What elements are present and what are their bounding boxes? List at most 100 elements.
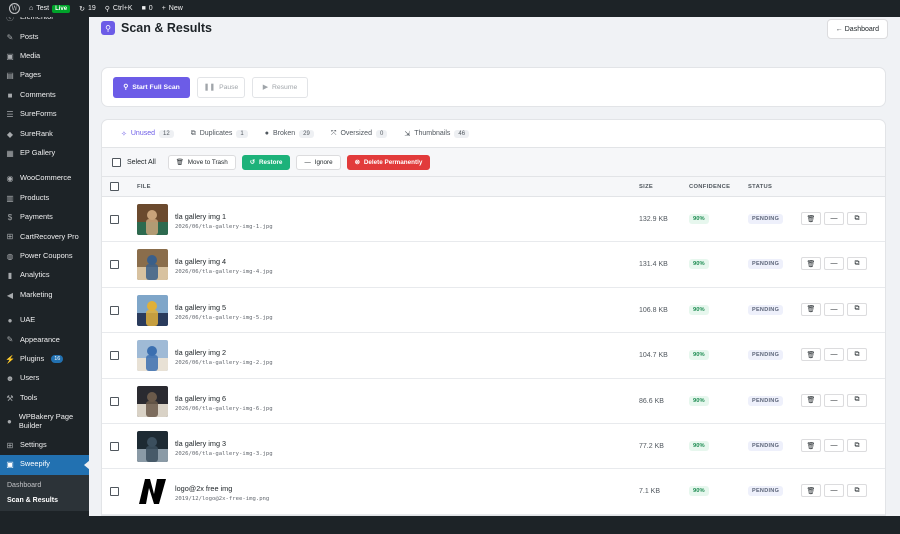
- tab-oversized[interactable]: ⤧ Oversized 0: [331, 120, 388, 148]
- analytics-icon: ▮: [7, 271, 13, 281]
- sidebar-item-plugins[interactable]: ⚡ Plugins 16: [0, 350, 89, 369]
- submenu-item-dashboard[interactable]: Dashboard: [0, 478, 89, 493]
- sidebar-item-woocommerce[interactable]: ◉ WooCommerce: [0, 169, 89, 188]
- users-icon: ☻: [5, 374, 15, 384]
- pin-icon: ✎: [6, 32, 14, 42]
- start-scan-label: Start Full Scan: [132, 83, 180, 91]
- updates-link[interactable]: ↻ 19: [79, 5, 96, 13]
- row-checkbox[interactable]: [110, 351, 119, 361]
- start-full-scan-button[interactable]: ⚲ Start Full Scan: [113, 76, 190, 98]
- tab-unused[interactable]: ✧ Unused 12: [121, 120, 174, 148]
- new-content-link[interactable]: + New: [162, 5, 183, 12]
- trash-icon: 🗑: [806, 442, 816, 450]
- bulk-actions-bar: Select All 🗑 Move to Trash ↺ Restore — I…: [102, 148, 885, 177]
- pause-label: Pause: [219, 83, 239, 91]
- sidebar-item-media[interactable]: ▣ Media: [0, 47, 89, 66]
- back-to-dashboard-button[interactable]: ← Dashboard: [826, 19, 888, 39]
- sidebar-item-label: CartRecovery Pro: [20, 231, 79, 241]
- sidebar-item-label: Comments: [20, 89, 56, 99]
- sidebar-item-power-coupons[interactable]: ◍ Power Coupons: [0, 247, 89, 266]
- sidebar-item-elementor[interactable]: ⓔ Elementor: [0, 17, 89, 27]
- row-ignore-button[interactable]: —: [824, 302, 844, 316]
- search-shortcut[interactable]: ⚲ Ctrl+K: [105, 5, 133, 13]
- sidebar-item-posts[interactable]: ✎ Posts: [0, 27, 89, 46]
- delete-permanently-button[interactable]: ⊗ Delete Permanently: [346, 154, 431, 170]
- row-ignore-button[interactable]: —: [824, 439, 844, 452]
- row-open-button[interactable]: ⧉: [847, 393, 867, 407]
- row-ignore-button[interactable]: —: [824, 393, 844, 407]
- row-trash-button[interactable]: 🗑: [801, 393, 821, 407]
- row-open-button[interactable]: ⧉: [847, 212, 867, 225]
- row-open-button[interactable]: ⧉: [847, 484, 867, 498]
- restore-button[interactable]: ↺ Restore: [241, 154, 291, 170]
- row-checkbox[interactable]: [110, 260, 119, 270]
- select-all-checkbox[interactable]: [112, 157, 121, 167]
- megaphone-icon: ◀: [6, 290, 14, 300]
- tab-thumbnails[interactable]: ⇲ Thumbnails 46: [404, 120, 470, 148]
- sidebar-item-users[interactable]: ☻ Users: [0, 369, 89, 388]
- external-link-icon: ⧉: [854, 350, 860, 358]
- sidebar-item-products[interactable]: ▥ Products: [0, 189, 89, 208]
- minus-icon: —: [830, 351, 838, 359]
- row-trash-button[interactable]: 🗑: [801, 302, 821, 316]
- pause-button[interactable]: ❚❚ Pause: [197, 76, 245, 98]
- row-open-button[interactable]: ⧉: [847, 257, 867, 271]
- row-trash-button[interactable]: 🗑: [801, 348, 821, 362]
- row-checkbox[interactable]: [110, 442, 119, 451]
- tab-count: 0: [375, 129, 388, 138]
- row-trash-button[interactable]: 🗑: [801, 257, 821, 271]
- sidebar-item-sureforms[interactable]: ☰ SureForms: [0, 105, 89, 124]
- row-trash-button[interactable]: 🗑: [801, 484, 821, 498]
- sidebar-item-tools[interactable]: ⚒ Tools: [0, 388, 89, 407]
- row-checkbox[interactable]: [110, 215, 119, 224]
- site-name-link[interactable]: ⌂ Test Live: [29, 4, 71, 13]
- comments-link[interactable]: ■ 0: [142, 5, 153, 12]
- sidebar-item-uae[interactable]: ● UAE: [0, 311, 89, 330]
- row-checkbox[interactable]: [110, 305, 119, 315]
- comments-count: 0: [148, 5, 153, 12]
- row-ignore-button[interactable]: —: [824, 484, 844, 498]
- resume-button[interactable]: ▶ Resume: [252, 76, 308, 98]
- file-thumbnail: [137, 385, 168, 417]
- scan-controls-card: ⚲ Start Full Scan ❚❚ Pause ▶ Resume: [101, 67, 886, 107]
- sidebar-item-sweepify[interactable]: ▣ Sweepify: [0, 455, 89, 475]
- sidebar-item-pages[interactable]: ▤ Pages: [0, 66, 89, 85]
- trash-icon: 🗑: [806, 215, 816, 223]
- row-checkbox[interactable]: [110, 487, 119, 497]
- sidebar-item-settings[interactable]: ⊞ Settings: [0, 436, 89, 455]
- header-checkbox[interactable]: [110, 182, 119, 191]
- sidebar-item-appearance[interactable]: ✎ Appearance: [0, 330, 89, 349]
- row-ignore-button[interactable]: —: [824, 257, 844, 271]
- row-ignore-button[interactable]: —: [824, 348, 844, 362]
- sidebar-item-comments[interactable]: ■ Comments: [0, 86, 89, 105]
- sidebar-item-surerank[interactable]: ◆ SureRank: [0, 124, 89, 143]
- sidebar-item-payments[interactable]: $ Payments: [0, 208, 89, 227]
- sidebar-item-analytics[interactable]: ▮ Analytics: [0, 266, 89, 285]
- sidebar-item-ep-gallery[interactable]: ▦ EP Gallery: [0, 144, 89, 163]
- row-ignore-button[interactable]: —: [824, 212, 844, 225]
- ignore-button[interactable]: — Ignore: [296, 154, 341, 170]
- tab-label: Broken: [272, 130, 296, 137]
- row-trash-button[interactable]: 🗑: [801, 439, 821, 452]
- tab-broken[interactable]: ● Broken 29: [265, 120, 314, 148]
- ignore-label: Ignore: [314, 158, 333, 166]
- move-to-trash-button[interactable]: 🗑 Move to Trash: [167, 154, 236, 170]
- row-open-button[interactable]: ⧉: [847, 302, 867, 316]
- row-open-button[interactable]: ⧉: [847, 439, 867, 452]
- sidebar-item-marketing[interactable]: ◀ Marketing: [0, 285, 89, 304]
- tab-duplicates[interactable]: ⧉ Duplicates 1: [191, 120, 248, 148]
- submenu-item-scan-results[interactable]: Scan & Results: [0, 493, 89, 508]
- sidebar-item-wpbakery-page-builder[interactable]: ● WPBakery Page Builder: [0, 408, 89, 436]
- row-open-button[interactable]: ⧉: [847, 348, 867, 362]
- row-checkbox[interactable]: [110, 396, 119, 406]
- column-status: STATUS: [748, 184, 773, 190]
- row-trash-button[interactable]: 🗑: [801, 212, 821, 225]
- sidebar-item-label: Plugins: [20, 353, 45, 363]
- admin-sidebar: ⓔ Elementor ✎ Posts ▣ Media ▤ Pages ■ Comments ☰ Su…: [0, 17, 89, 517]
- status-badge: PENDING: [748, 486, 784, 497]
- wordpress-logo-icon[interactable]: W: [9, 3, 20, 14]
- file-path: 2026/06/tla-gallery-img-4.jpg: [175, 269, 273, 276]
- file-size: 104.7 KB: [639, 352, 668, 360]
- tab-count: 29: [299, 129, 314, 138]
- sidebar-item-cartrecovery-pro[interactable]: ⊞ CartRecovery Pro: [0, 227, 89, 246]
